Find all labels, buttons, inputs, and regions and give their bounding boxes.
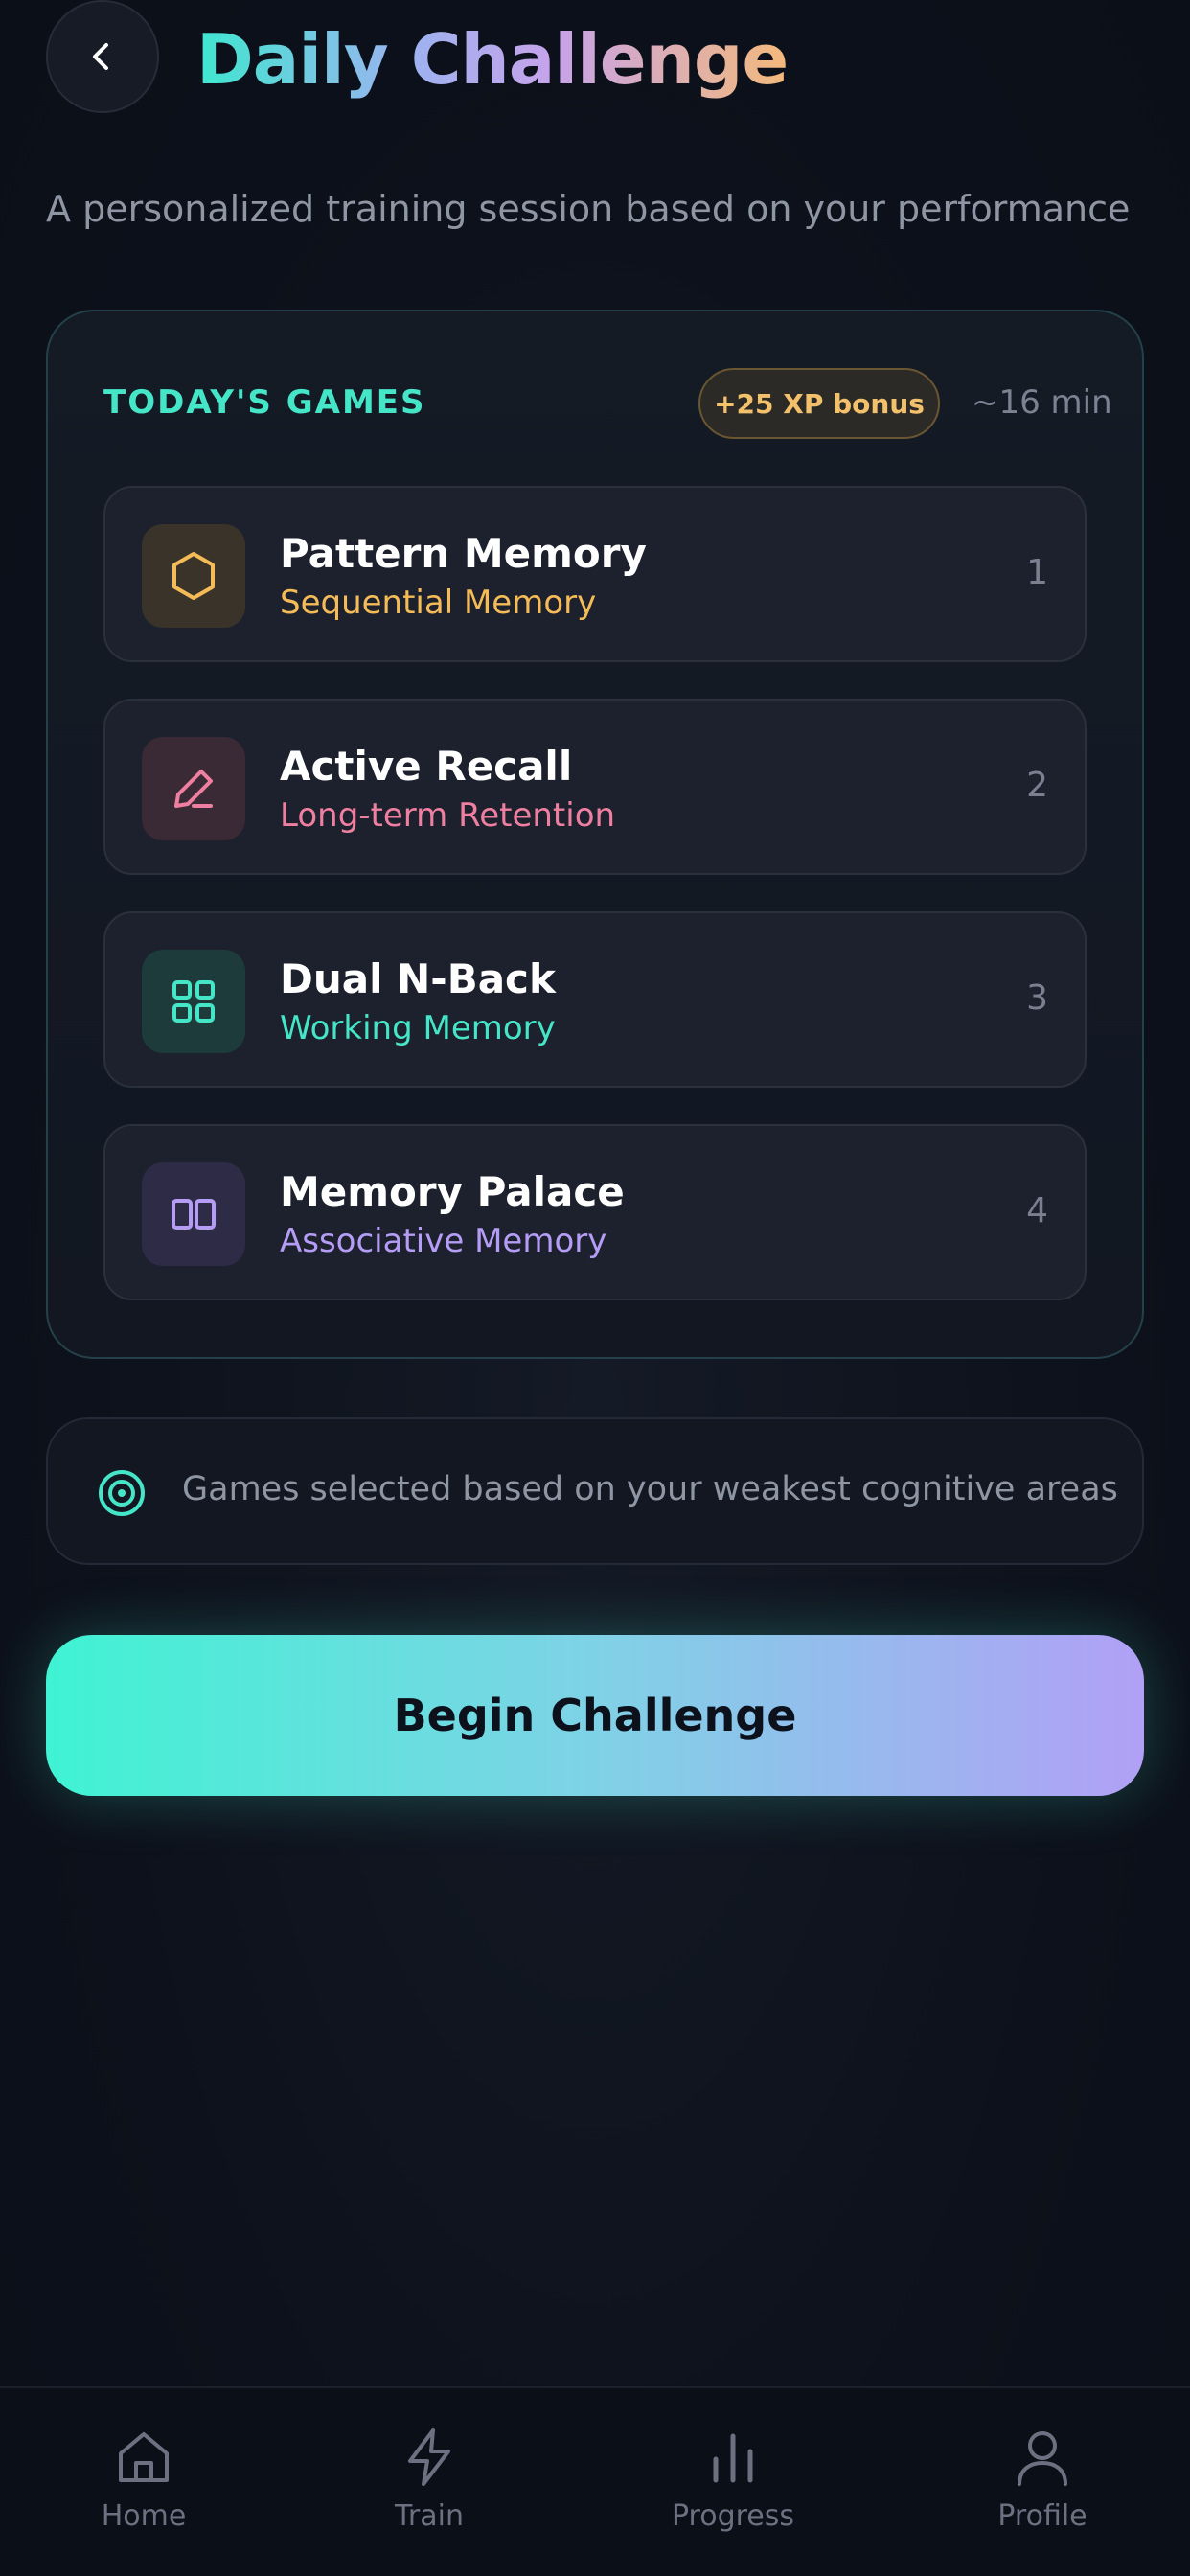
game-row-pattern-memory[interactable]: Pattern Memory Sequential Memory 1 (103, 486, 1087, 662)
game-name: Dual N-Back (280, 955, 556, 1002)
bar-chart-icon (713, 2433, 753, 2483)
nav-item-progress[interactable]: Progress (637, 2388, 829, 2576)
games-heading: TODAY'S GAMES (103, 383, 426, 422)
nav-label: Profile (997, 2499, 1087, 2533)
game-row-dual-n-back[interactable]: Dual N-Back Working Memory 3 (103, 911, 1087, 1088)
game-type: Working Memory (280, 1009, 556, 1047)
columns-icon (142, 1162, 245, 1266)
game-order-number: 1 (1026, 553, 1048, 592)
bottom-navigation: Home Train Progress Profile (0, 2386, 1190, 2576)
begin-challenge-button[interactable]: Begin Challenge (46, 1635, 1144, 1796)
target-icon (99, 1470, 145, 1516)
game-type: Sequential Memory (280, 584, 597, 622)
nav-label: Home (101, 2499, 187, 2533)
page-subtitle: A personalized training session based on… (46, 188, 1131, 230)
game-order-number: 4 (1026, 1191, 1048, 1230)
game-type: Long-term Retention (280, 796, 616, 835)
nav-label: Progress (671, 2499, 795, 2533)
page-title: Daily Challenge (196, 13, 789, 105)
game-name: Memory Palace (280, 1168, 625, 1215)
game-order-number: 3 (1026, 978, 1048, 1018)
chevron-left-icon (93, 43, 108, 70)
nav-item-profile[interactable]: Profile (947, 2388, 1138, 2576)
grid-icon (142, 950, 245, 1053)
xp-bonus-badge: +25 XP bonus (698, 368, 940, 439)
daily-challenge-screen: Daily Challenge A personalized training … (0, 0, 1190, 2576)
back-button[interactable] (46, 0, 159, 113)
home-icon (119, 2432, 169, 2482)
game-name: Pattern Memory (280, 530, 647, 577)
lightning-icon (408, 2428, 450, 2486)
pencil-icon (142, 737, 245, 840)
hexagon-icon (142, 524, 245, 628)
selection-info-text: Games selected based on your weakest cog… (182, 1470, 1118, 1508)
nav-item-home[interactable]: Home (48, 2388, 240, 2576)
selection-info-box: Games selected based on your weakest cog… (46, 1417, 1144, 1565)
user-icon (1018, 2431, 1067, 2486)
game-order-number: 2 (1026, 766, 1048, 805)
game-row-memory-palace[interactable]: Memory Palace Associative Memory 4 (103, 1124, 1087, 1300)
nav-item-train[interactable]: Train (333, 2388, 525, 2576)
duration-label: ~16 min (972, 383, 1112, 422)
game-type: Associative Memory (280, 1222, 607, 1260)
game-name: Active Recall (280, 743, 573, 790)
game-row-active-recall[interactable]: Active Recall Long-term Retention 2 (103, 699, 1087, 875)
nav-label: Train (395, 2499, 464, 2533)
